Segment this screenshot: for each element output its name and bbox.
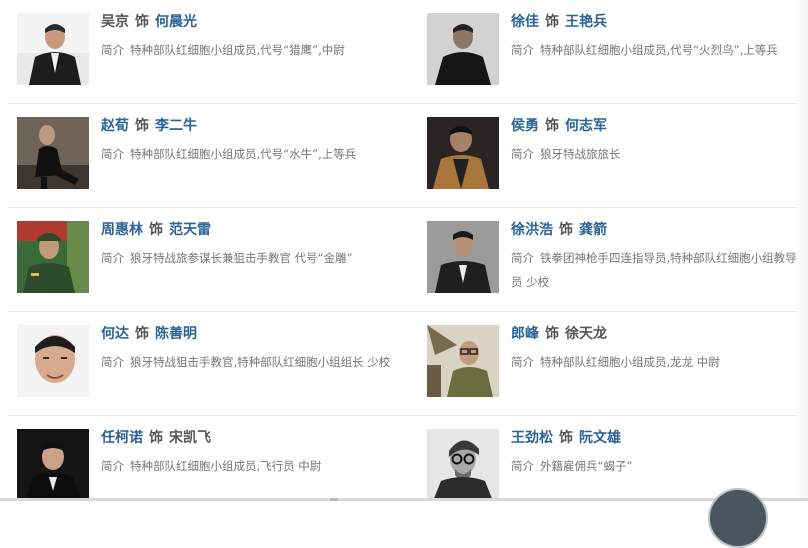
role-name-link[interactable]: 李二牛 — [155, 118, 197, 134]
intro-text: 特种部队红细胞小组成员,代号“火烈鸟”,上等兵 — [540, 43, 778, 57]
actor-name-link[interactable]: 徐洪浩 — [511, 222, 553, 238]
cast-card: 何达饰陈善明 简介 狼牙特战狙击手教官,特种部队红细胞小组组长 少校 — [17, 325, 397, 401]
cast-card: 吴京饰何晨光 简介 特种部队红细胞小组成员,代号“猎鹰”,中尉 — [17, 13, 397, 89]
as-label: 饰 — [545, 14, 559, 30]
cast-list: 吴京饰何晨光 简介 特种部队红细胞小组成员,代号“猎鹰”,中尉 徐佳饰王艳兵 简介… — [8, 0, 797, 519]
role-name-link[interactable]: 龚箭 — [579, 222, 607, 238]
role-name: 宋凯飞 — [169, 430, 211, 446]
actor-photo[interactable] — [427, 429, 499, 501]
cast-row: 任柯诺饰宋凯飞 简介 特种部队红细胞小组成员,飞行员 中尉 王劲松饰阮文雄 简介外… — [8, 416, 796, 519]
intro-text: 特种部队红细胞小组成员,代号“水牛”,上等兵 — [130, 147, 357, 161]
role-name: 徐天龙 — [565, 326, 607, 342]
actor-name-link[interactable]: 郎峰 — [511, 326, 539, 342]
actor-name-link[interactable]: 侯勇 — [511, 118, 539, 134]
actor-photo[interactable] — [17, 117, 89, 189]
actor-name-link[interactable]: 任柯诺 — [101, 430, 143, 446]
intro-text: 特种部队红细胞小组成员,飞行员 中尉 — [130, 459, 322, 473]
cast-card: 侯勇饰何志军 简介 狼牙特战旅旅长 — [427, 117, 807, 193]
actor-name-link[interactable]: 王劲松 — [511, 430, 553, 446]
intro-label: 简介 — [101, 147, 124, 161]
actor-name-link[interactable]: 赵荀 — [101, 118, 129, 134]
actor-name: 吴京 — [101, 14, 129, 30]
intro-label: 简介 — [511, 43, 534, 57]
as-label: 饰 — [135, 326, 149, 342]
intro-label: 简介 — [101, 251, 124, 265]
as-label: 饰 — [545, 118, 559, 134]
floating-action-button[interactable] — [708, 488, 768, 548]
actor-photo[interactable] — [17, 429, 89, 501]
actor-name-link[interactable]: 徐佳 — [511, 14, 539, 30]
actor-photo[interactable] — [17, 325, 89, 397]
intro-text: 特种部队红细胞小组成员,代号“猎鹰”,中尉 — [130, 43, 345, 57]
intro-label: 简介 — [101, 459, 124, 473]
intro-label: 简介 — [511, 251, 534, 265]
cast-card: 任柯诺饰宋凯飞 简介 特种部队红细胞小组成员,飞行员 中尉 — [17, 429, 397, 505]
actor-name-link[interactable]: 何达 — [101, 326, 129, 342]
as-label: 饰 — [135, 118, 149, 134]
cast-card: 徐佳饰王艳兵 简介 特种部队红细胞小组成员,代号“火烈鸟”,上等兵 — [427, 13, 807, 89]
actor-photo[interactable] — [17, 221, 89, 293]
actor-photo[interactable] — [427, 325, 499, 397]
intro-text: 狼牙特战旅参谋长兼狙击手教官 代号“金雕” — [130, 251, 353, 265]
intro-text: 狼牙特战旅旅长 — [540, 147, 621, 161]
intro-label: 简介 — [511, 355, 534, 369]
role-name-link[interactable]: 阮文雄 — [579, 430, 621, 446]
cast-card: 徐洪浩饰龚箭 简介 铁拳团神枪手四连指导员,特种部队红细胞小组教导员 少校 — [427, 221, 807, 297]
actor-photo[interactable] — [427, 221, 499, 293]
cast-row: 赵荀饰李二牛 简介 特种部队红细胞小组成员,代号“水牛”,上等兵 侯勇饰何志军 简… — [8, 104, 796, 208]
as-label: 饰 — [559, 430, 573, 446]
actor-photo[interactable] — [427, 117, 499, 189]
as-label: 饰 — [149, 222, 163, 238]
cast-card: 赵荀饰李二牛 简介 特种部队红细胞小组成员,代号“水牛”,上等兵 — [17, 117, 397, 193]
intro-text: 外籍雇佣兵“蝎子” — [540, 459, 633, 473]
cast-row: 周惠林饰范天雷 简介 狼牙特战旅参谋长兼狙击手教官 代号“金雕” 徐洪浩饰龚箭 简… — [8, 208, 797, 312]
cast-row: 何达饰陈善明 简介 狼牙特战狙击手教官,特种部队红细胞小组组长 少校 郎峰饰徐天龙… — [8, 312, 796, 416]
intro-label: 简介 — [101, 43, 124, 57]
as-label: 饰 — [135, 14, 149, 30]
intro-label: 简介 — [511, 147, 534, 161]
intro-text: 狼牙特战狙击手教官,特种部队红细胞小组组长 少校 — [130, 355, 391, 369]
page-edge-shadow — [794, 0, 808, 501]
role-name-link[interactable]: 何志军 — [565, 118, 607, 134]
as-label: 饰 — [559, 222, 573, 238]
role-name-link[interactable]: 王艳兵 — [565, 14, 607, 30]
cast-card: 郎峰饰徐天龙 简介 特种部队红细胞小组成员,龙龙 中尉 — [427, 325, 807, 401]
intro-text: 铁拳团神枪手四连指导员,特种部队红细胞小组教导员 少校 — [511, 251, 797, 289]
actor-photo[interactable] — [427, 13, 499, 85]
as-label: 饰 — [545, 326, 559, 342]
role-name-link[interactable]: 何晨光 — [155, 14, 197, 30]
actor-photo[interactable] — [17, 13, 89, 85]
role-name-link[interactable]: 范天雷 — [169, 222, 211, 238]
cast-card: 周惠林饰范天雷 简介 狼牙特战旅参谋长兼狙击手教官 代号“金雕” — [17, 221, 397, 297]
intro-text: 特种部队红细胞小组成员,龙龙 中尉 — [540, 355, 720, 369]
intro-label: 简介 — [511, 459, 534, 473]
cast-row: 吴京饰何晨光 简介 特种部队红细胞小组成员,代号“猎鹰”,中尉 徐佳饰王艳兵 简介… — [8, 0, 796, 104]
as-label: 饰 — [149, 430, 163, 446]
intro-label: 简介 — [101, 355, 124, 369]
actor-name-link[interactable]: 周惠林 — [101, 222, 143, 238]
role-name-link[interactable]: 陈善明 — [155, 326, 197, 342]
